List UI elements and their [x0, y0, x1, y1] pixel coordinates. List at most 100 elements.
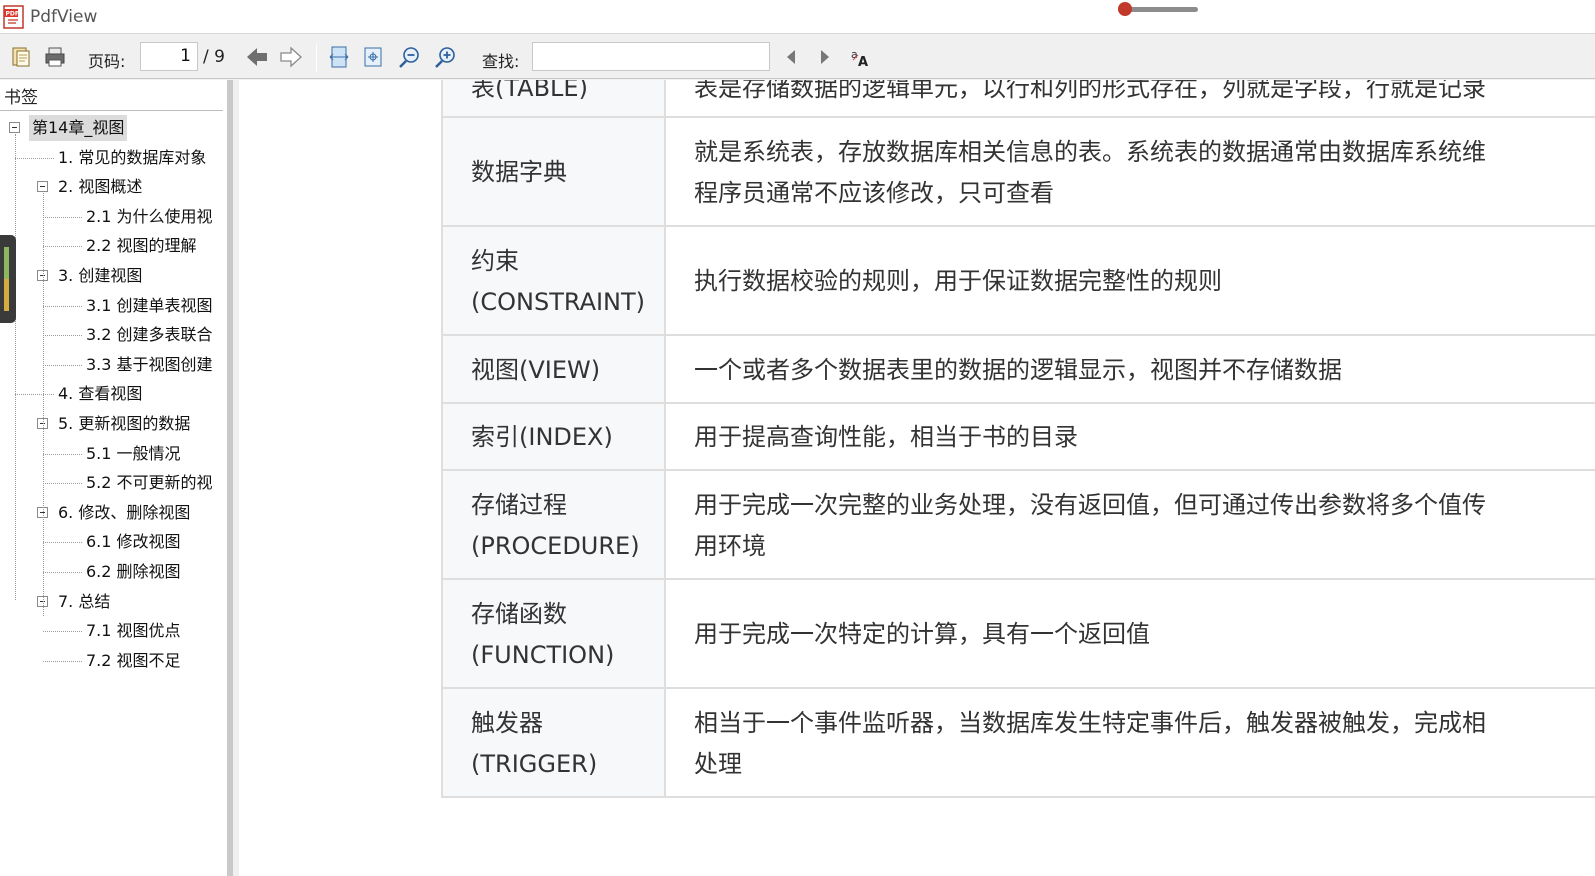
collapse-toggle-icon[interactable]	[9, 122, 20, 133]
fit-width-icon	[329, 46, 349, 68]
page-label: 页码:	[88, 52, 126, 71]
table-row: 触发器 (TRIGGER) 相当于一个事件监听器，当数据库发生特定事件后，触发器被触…	[441, 689, 1595, 798]
divider	[0, 110, 223, 111]
cell-text: (TRIGGER)	[471, 749, 598, 778]
bookmark-item[interactable]: 4. 查看视图	[58, 381, 142, 407]
cell-text: (FUNCTION)	[471, 640, 615, 669]
bookmark-item[interactable]: 5. 更新视图的数据	[58, 411, 190, 437]
bookmark-item[interactable]: 3.2 创建多表联合	[86, 322, 213, 348]
page-number-input[interactable]: 1	[140, 42, 198, 71]
cell-text: 数据字典	[471, 158, 567, 186]
bookmark-item[interactable]: 7. 总结	[58, 589, 110, 615]
zoom-in-button[interactable]	[432, 44, 458, 70]
table-row: 索引(INDEX) 用于提高查询性能，相当于书的目录	[441, 404, 1595, 471]
open-file-button[interactable]	[8, 44, 34, 70]
tree-connector	[15, 157, 54, 159]
bookmark-item[interactable]: 1. 常见的数据库对象	[58, 145, 206, 171]
collapse-toggle-icon[interactable]	[37, 181, 48, 193]
term-cell: 存储过程 (PROCEDURE)	[441, 471, 666, 578]
bookmark-item[interactable]: 3.1 创建单表视图	[86, 293, 213, 319]
fit-page-icon	[364, 47, 382, 67]
description-cell: 一个或者多个数据表里的数据的逻辑显示，视图并不存储数据	[666, 336, 1595, 402]
match-case-icon: a A	[851, 48, 868, 69]
bookmark-item[interactable]: 3.3 基于视图创建	[86, 352, 213, 378]
triangle-right-icon	[821, 50, 829, 64]
cell-text: 就是系统表，存放数据库相关信息的表。系统表的数据通常由数据库系统维	[694, 137, 1486, 166]
bookmark-item[interactable]: 7.2 视图不足	[86, 648, 181, 674]
table-row: 存储过程 (PROCEDURE) 用于完成一次完整的业务处理，没有返回值，但可通过传…	[441, 471, 1595, 580]
term-cell: 视图(VIEW)	[441, 336, 666, 402]
tree-connector	[15, 134, 16, 600]
next-page-button[interactable]	[278, 44, 304, 70]
tree-connector	[43, 542, 82, 544]
term-cell: 索引(INDEX)	[441, 404, 666, 469]
bookmark-item[interactable]: 2.1 为什么使用视	[86, 204, 213, 230]
cell-text: (CONSTRAINT)	[471, 287, 646, 316]
search-label: 查找:	[482, 52, 520, 71]
cell-text: 存储函数	[471, 599, 567, 628]
tree-connector	[15, 394, 54, 396]
search-next-button[interactable]	[812, 44, 838, 70]
bookmark-item[interactable]: 3. 创建视图	[58, 263, 142, 289]
bookmark-item[interactable]: 第14章_视图	[29, 115, 128, 141]
search-input[interactable]	[532, 42, 770, 71]
tree-connector	[43, 364, 82, 366]
cell-text: 表是存储数据的逻辑单元，以行和列的形式存在，列就是字段，行就是记录	[694, 80, 1486, 102]
bookmark-item[interactable]: 5.1 一般情况	[86, 441, 181, 467]
side-handle[interactable]	[0, 235, 16, 323]
opacity-slider-knob[interactable]	[1118, 2, 1132, 16]
app-title: PdfView	[30, 7, 98, 27]
pdf-app-icon: PDF	[3, 5, 24, 29]
table-row: 数据字典 就是系统表，存放数据库相关信息的表。系统表的数据通常由数据库系统维 程序员…	[441, 118, 1595, 227]
bookmark-item[interactable]: 6.2 删除视图	[86, 559, 181, 585]
bookmark-item[interactable]: 5.2 不可更新的视	[86, 470, 213, 496]
zoom-out-button[interactable]	[396, 44, 422, 70]
match-case-button[interactable]: a A	[848, 44, 874, 70]
tree-connector	[43, 305, 82, 307]
previous-page-button[interactable]	[244, 44, 270, 70]
print-button[interactable]	[42, 44, 68, 70]
cell-text: 索引(INDEX)	[471, 423, 613, 451]
tree-connector	[43, 193, 44, 616]
description-cell: 执行数据校验的规则，用于保证数据完整性的规则	[666, 227, 1595, 334]
tree-connector	[43, 246, 82, 248]
term-cell: 约束 (CONSTRAINT)	[441, 227, 666, 334]
tree-connector	[43, 572, 82, 573]
printer-icon	[45, 47, 65, 67]
bookmark-panel-title: 书签	[4, 88, 38, 108]
toolbar: 页码: 1 / 9 查找: a A	[0, 35, 1595, 79]
bookmark-item[interactable]: 6. 修改、删除视图	[58, 500, 190, 526]
zoom-out-icon	[399, 47, 419, 68]
bookmark-item[interactable]: 2. 视图概述	[58, 174, 142, 200]
bookmark-tree: 第14章_视图 1. 常见的数据库对象 2. 视图概述 2.1 为什么使用视 2.2 视…	[0, 114, 224, 874]
tree-connector	[43, 216, 82, 218]
term-cell: 存储函数 (FUNCTION)	[441, 580, 666, 687]
arrow-left-icon	[247, 48, 267, 66]
cell-text: 存储过程	[471, 490, 567, 519]
cell-text: 一个或者多个数据表里的数据的逻辑显示，视图并不存储数据	[694, 355, 1342, 384]
table-row: 表(TABLE) 表是存储数据的逻辑单元，以行和列的形式存在，列就是字段，行就是记…	[441, 80, 1595, 118]
description-cell: 用于提高查询性能，相当于书的目录	[666, 404, 1595, 469]
tree-connector	[43, 631, 82, 633]
fit-width-button[interactable]	[326, 44, 352, 70]
zoom-in-icon	[435, 47, 455, 68]
cell-text: 用于完成一次特定的计算，具有一个返回值	[694, 620, 1150, 648]
toolbar-separator	[316, 44, 317, 72]
bookmark-item[interactable]: 2.2 视图的理解	[86, 233, 197, 259]
arrow-right-icon	[280, 46, 302, 68]
tree-connector	[43, 660, 82, 662]
table-row: 约束 (CONSTRAINT) 执行数据校验的规则，用于保证数据完整性的规则	[441, 227, 1595, 336]
svg-text:PDF: PDF	[6, 11, 19, 18]
table-row: 存储函数 (FUNCTION) 用于完成一次特定的计算，具有一个返回值	[441, 580, 1595, 689]
cell-text: 程序员通常不应该修改，只可查看	[694, 178, 1054, 207]
bookmark-item[interactable]: 7.1 视图优点	[86, 618, 181, 644]
cell-text: 视图(VIEW)	[471, 355, 601, 384]
cell-text: 用环境	[694, 531, 766, 560]
fit-page-button[interactable]	[360, 44, 386, 70]
term-cell: 触发器 (TRIGGER)	[441, 689, 666, 796]
description-cell: 表是存储数据的逻辑单元，以行和列的形式存在，列就是字段，行就是记录	[666, 80, 1595, 116]
bookmark-item[interactable]: 6.1 修改视图	[86, 529, 181, 555]
search-previous-button[interactable]	[778, 44, 804, 70]
document-view[interactable]: 表(TABLE) 表是存储数据的逻辑单元，以行和列的形式存在，列就是字段，行就是记…	[239, 80, 1595, 876]
cell-text: 用于提高查询性能，相当于书的目录	[694, 423, 1078, 451]
